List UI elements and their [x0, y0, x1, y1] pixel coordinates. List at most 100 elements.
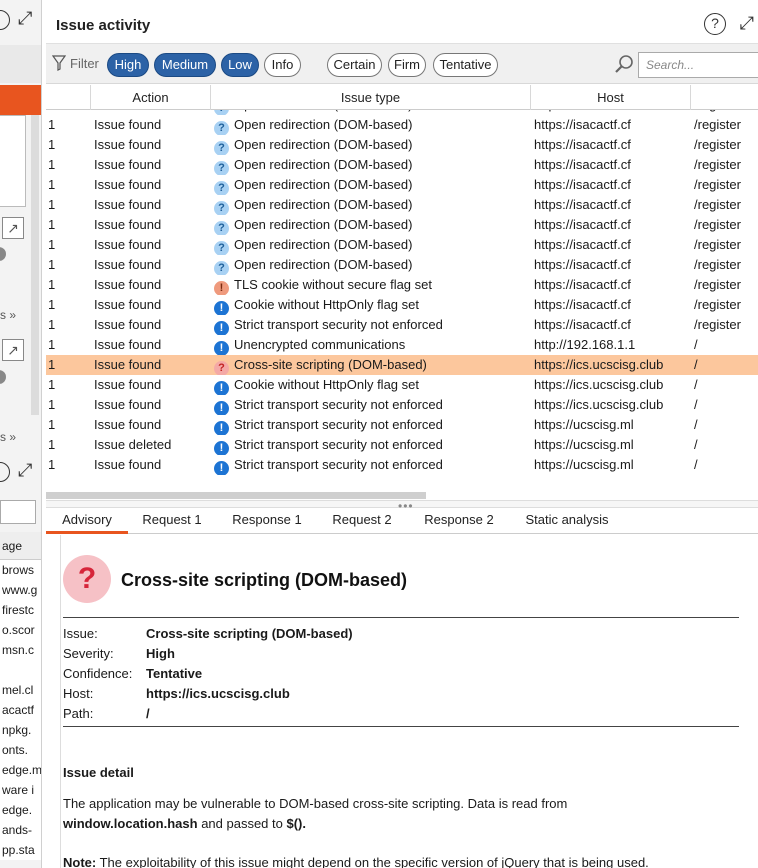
field-key: Confidence:	[63, 666, 133, 681]
table-row[interactable]: 1 Issue found! Strict transport security n…	[46, 395, 758, 415]
issue-type-label: Strict transport security not enforced	[234, 437, 443, 452]
list-item[interactable]: npkg.	[0, 720, 41, 740]
list-item[interactable]: o.scor	[0, 620, 41, 640]
row-num: 1	[48, 277, 56, 292]
row-num: 1	[48, 357, 56, 372]
list-item[interactable]: edge.	[0, 800, 41, 820]
list-item[interactable]: ands-	[0, 820, 41, 840]
severity-info-icon: ?	[214, 201, 229, 215]
tab-response-2[interactable]: Response 2	[412, 508, 506, 534]
row-host: https://isacactf.cf	[534, 157, 631, 172]
more-link[interactable]: s »	[0, 430, 16, 444]
table-row[interactable]: 1 Issue found! Strict transport security n…	[46, 455, 758, 475]
col-header-issue-type[interactable]: Issue type	[211, 85, 531, 110]
table-row[interactable]: 1 Issue found? Open redirection (DOM-based…	[46, 195, 758, 215]
issue-type-label: Open redirection (DOM-based)	[234, 217, 413, 232]
help-icon[interactable]	[0, 10, 10, 30]
row-path: /	[694, 457, 698, 472]
left-input[interactable]	[0, 500, 36, 524]
popout-icon[interactable]: ↗	[2, 217, 24, 239]
chip-low[interactable]: Low	[221, 53, 259, 77]
filter-button[interactable]: Filter	[52, 55, 99, 71]
table-row[interactable]: 1 Issue found? Open redirection (DOM-based…	[46, 115, 758, 135]
search-input[interactable]: Search...	[638, 52, 758, 78]
search-icon[interactable]	[614, 54, 634, 74]
row-path: /	[694, 417, 698, 432]
row-action: Issue found	[94, 297, 162, 312]
table-row[interactable]: 1 Issue found! Cookie without HttpOnly fla…	[46, 375, 758, 395]
row-action: Issue found	[94, 417, 162, 432]
tab-response-1[interactable]: Response 1	[220, 508, 314, 534]
row-issue-type: ! Strict transport security not enforced	[214, 395, 534, 415]
horizontal-scrollbar[interactable]	[46, 492, 426, 499]
tab-advisory[interactable]: Advisory	[46, 508, 128, 534]
table-row[interactable]: 1 Issue found! Cookie without HttpOnly fla…	[46, 295, 758, 315]
detail-code: $().	[286, 816, 306, 831]
left-help-icon[interactable]	[0, 462, 10, 482]
row-num: 1	[48, 117, 56, 132]
more-link[interactable]: s »	[0, 308, 16, 322]
table-row[interactable]: 1 Issue found! Strict transport security n…	[46, 315, 758, 335]
severity-low-icon: !	[214, 421, 229, 435]
row-num: 1	[48, 437, 56, 452]
col-header-host[interactable]: Host	[531, 85, 691, 110]
tab-request-2[interactable]: Request 2	[322, 508, 402, 534]
table-row[interactable]: 1 Issue found? Open redirection (DOM-based…	[46, 235, 758, 255]
col-header-num[interactable]	[46, 85, 91, 110]
list-item[interactable]	[0, 660, 41, 680]
expand-icon[interactable]: ⤢	[740, 13, 754, 34]
list-item[interactable]: msn.c	[0, 640, 41, 660]
list-item[interactable]: ware i	[0, 780, 41, 800]
table-row[interactable]: 1 Issue found! TLS cookie without secure f…	[46, 275, 758, 295]
chip-medium[interactable]: Medium	[154, 53, 216, 77]
chip-info[interactable]: Info	[264, 53, 301, 77]
table-row[interactable]: 1 Issue found? Cross-site scripting (DOM-b…	[46, 355, 758, 375]
issue-activity-panel: Issue activity ? ⤢ Filter High Medium Lo…	[46, 0, 758, 868]
list-item[interactable]: www.g	[0, 580, 41, 600]
list-item[interactable]: onts.	[0, 740, 41, 760]
list-item[interactable]: edge.m	[0, 760, 41, 780]
col-header-action[interactable]: Action	[91, 85, 211, 110]
row-action: Issue found	[94, 457, 162, 472]
tab-static-analysis[interactable]: Static analysis	[512, 508, 622, 534]
chip-firm[interactable]: Firm	[388, 53, 426, 77]
chip-high[interactable]: High	[107, 53, 149, 77]
row-path: /register	[694, 237, 741, 252]
table-row[interactable]: 1 Issue deleted! Strict transport security…	[46, 435, 758, 455]
row-num: 1	[48, 217, 56, 232]
row-action: Issue found	[94, 317, 162, 332]
row-action: Issue found	[94, 357, 162, 372]
chip-certain[interactable]: Certain	[327, 53, 382, 77]
help-icon[interactable]: ?	[704, 13, 726, 35]
table-row[interactable]: 1 Issue found? Open redirection (DOM-based…	[46, 255, 758, 275]
list-item[interactable]: mel.cl	[0, 680, 41, 700]
issue-type-label: Strict transport security not enforced	[234, 417, 443, 432]
tab-request-1[interactable]: Request 1	[132, 508, 212, 534]
table-row[interactable]: 1 Issue found! Strict transport security n…	[46, 415, 758, 435]
list-item[interactable]: pp.sta	[0, 840, 41, 860]
popout-icon[interactable]: ↗	[2, 339, 24, 361]
pane-splitter[interactable]: •••	[46, 499, 758, 513]
left-list-header[interactable]: age	[0, 532, 41, 560]
issue-type-label: Strict transport security not enforced	[234, 397, 443, 412]
field-value: https://ics.ucscisg.club	[146, 686, 290, 701]
row-host: https://isacactf.cf	[534, 117, 631, 132]
list-item[interactable]: brows	[0, 560, 41, 580]
table-row[interactable]: 1 Issue found? Open redirection (DOM-based…	[46, 175, 758, 195]
list-item[interactable]: firestc	[0, 600, 41, 620]
issue-detail-text: The application may be vulnerable to DOM…	[63, 794, 733, 834]
table-row[interactable]: 1 Issue found? Open redirection (DOM-based…	[46, 155, 758, 175]
row-path: /	[694, 357, 698, 372]
issue-type-label: Open redirection (DOM-based)	[234, 137, 413, 152]
row-issue-type: ? Open redirection (DOM-based)	[214, 175, 534, 195]
row-host: https://ucscisg.ml	[534, 457, 634, 472]
chip-tentative[interactable]: Tentative	[433, 53, 498, 77]
left-scrollbar[interactable]	[31, 115, 39, 415]
table-row[interactable]: 1 Issue found? Open redirection (DOM-based…	[46, 215, 758, 235]
list-item[interactable]: acactf	[0, 700, 41, 720]
col-header-path[interactable]	[691, 85, 758, 110]
expand-icon[interactable]: ⤢	[18, 8, 32, 29]
left-expand-icon[interactable]: ⤢	[18, 460, 32, 481]
table-row[interactable]: 1 Issue found? Open redirection (DOM-based…	[46, 135, 758, 155]
table-row[interactable]: 1 Issue found! Unencrypted communications h…	[46, 335, 758, 355]
